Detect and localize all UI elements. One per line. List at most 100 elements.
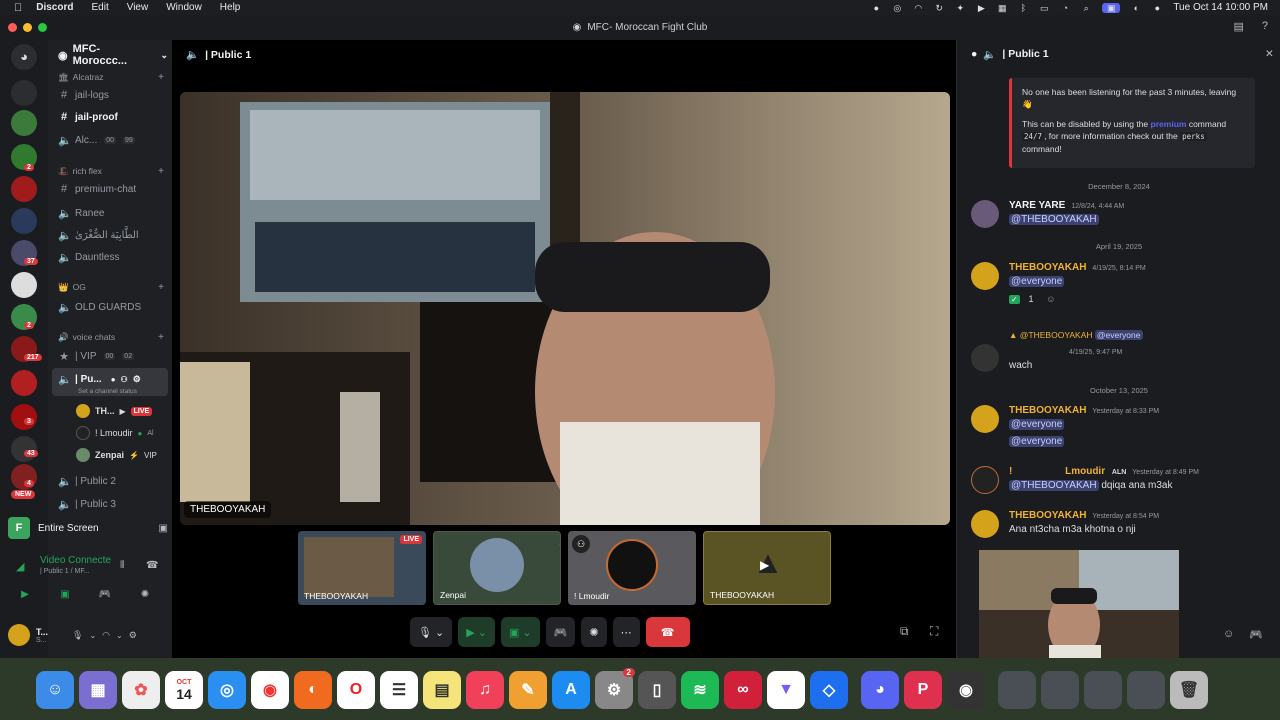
- discord-home-icon[interactable]: ◕: [11, 44, 37, 70]
- apple-icon[interactable]: : [14, 2, 22, 14]
- recent-window-thumbnail[interactable]: [1084, 671, 1122, 709]
- channel-public-2[interactable]: 🔈 | Public 2: [58, 472, 170, 490]
- headphones-icon[interactable]: ◠: [102, 630, 110, 641]
- record-icon[interactable]: ●: [871, 3, 881, 13]
- recent-window-thumbnail[interactable]: [998, 671, 1036, 709]
- menu-window[interactable]: Window: [166, 2, 202, 13]
- recent-window-thumbnail[interactable]: [1127, 671, 1165, 709]
- command-link[interactable]: premium: [1151, 119, 1187, 129]
- music-icon[interactable]: ♫: [466, 671, 504, 709]
- activity-button[interactable]: 🎮: [545, 617, 576, 647]
- server-icon[interactable]: [11, 464, 37, 490]
- server-icon[interactable]: [11, 370, 37, 396]
- category-og[interactable]: 👑 OG +: [58, 282, 168, 293]
- invite-icon[interactable]: ⚇: [121, 375, 128, 384]
- firefox-icon[interactable]: ◐: [294, 671, 332, 709]
- add-channel-icon[interactable]: +: [158, 166, 164, 177]
- chevron-down-icon[interactable]: ⌄: [89, 631, 96, 640]
- siri-icon[interactable]: ●: [1152, 3, 1162, 13]
- screen-share-panel[interactable]: F Entire Screen ▣: [8, 514, 168, 542]
- add-channel-icon[interactable]: +: [158, 332, 164, 343]
- everyone-mention[interactable]: @everyone: [1009, 419, 1065, 430]
- extension-icon[interactable]: ✦: [955, 3, 965, 13]
- notes-icon[interactable]: ▤: [423, 671, 461, 709]
- headphones-icon[interactable]: ◠: [913, 3, 923, 13]
- reply-preview[interactable]: ▲ @THEBOOYAKAH @everyone: [1009, 330, 1143, 340]
- fullscreen-icon[interactable]: ⛶: [930, 624, 938, 639]
- screen-share-button[interactable]: ▣: [50, 586, 80, 604]
- pages-icon[interactable]: ✎: [509, 671, 547, 709]
- soundboard-button[interactable]: ✺: [581, 617, 607, 647]
- channel-public-1[interactable]: 🔈 | Pu... ● ⚇ ⚙: [58, 370, 170, 388]
- roblox-icon[interactable]: ◇: [810, 671, 848, 709]
- play-icon[interactable]: ▶: [976, 3, 986, 13]
- activity-button[interactable]: 🎮: [90, 586, 120, 604]
- everyone-mention[interactable]: @everyone: [1009, 276, 1065, 287]
- launchpad-icon[interactable]: ▦: [79, 671, 117, 709]
- menu-app-name[interactable]: Discord: [36, 2, 73, 13]
- signal-icon[interactable]: ◢: [16, 560, 24, 573]
- sync-icon[interactable]: ↻: [934, 3, 944, 13]
- gear-icon[interactable]: ⚙: [129, 630, 137, 641]
- obs-icon[interactable]: ◉: [947, 671, 985, 709]
- voice-member-zenpai[interactable]: Zenpai ⚡ VIP: [76, 448, 157, 462]
- participant-tile-zenpai[interactable]: Zenpai ⌄: [433, 531, 561, 605]
- category-rich-flex[interactable]: 🎩 rich flex +: [58, 166, 168, 177]
- microphone-button[interactable]: 🎙 ⌄: [410, 617, 453, 647]
- bluetooth-icon[interactable]: ᛒ: [1018, 3, 1028, 13]
- camera-button[interactable]: ▶: [10, 586, 40, 604]
- trash-icon[interactable]: 🗑: [1170, 671, 1208, 709]
- soundboard-button[interactable]: ✺: [130, 586, 160, 604]
- camera-button[interactable]: ▶ ⌄: [458, 617, 495, 647]
- emoji-icon[interactable]: ☺: [1223, 628, 1234, 640]
- server-icon[interactable]: [11, 272, 37, 298]
- voice-location[interactable]: | Public 1 / MF...: [40, 568, 90, 575]
- calendar-icon[interactable]: OCT 14: [165, 671, 203, 709]
- server-icon[interactable]: [11, 110, 37, 136]
- finder-icon[interactable]: ☺: [36, 671, 74, 709]
- server-header[interactable]: ◉ MFC- Moroccc... ⌄: [58, 43, 168, 67]
- microphone-icon[interactable]: 🎙: [72, 630, 83, 641]
- category-alcatraz[interactable]: 🏛 Alcatraz +: [58, 72, 168, 83]
- chrome-icon[interactable]: ◉: [251, 671, 289, 709]
- add-participant-icon[interactable]: ⚇: [572, 535, 590, 553]
- spotify-icon[interactable]: ≋: [681, 671, 719, 709]
- channel-jail-logs[interactable]: # jail-logs: [58, 86, 170, 104]
- everyone-mention[interactable]: @everyone: [1009, 436, 1065, 447]
- channel-premium-chat[interactable]: # premium-chat: [58, 180, 170, 198]
- add-channel-icon[interactable]: +: [158, 282, 164, 293]
- channel-ranee[interactable]: 🔈 Ranee: [58, 204, 170, 222]
- channel-alc[interactable]: 🔈 Alc... 00 99: [58, 131, 170, 149]
- main-video-feed[interactable]: [180, 92, 950, 525]
- reminders-icon[interactable]: ☰: [380, 671, 418, 709]
- server-icon[interactable]: [11, 208, 37, 234]
- channel-dauntless[interactable]: 🔈 Dauntless: [58, 248, 170, 266]
- menu-view[interactable]: View: [127, 2, 149, 13]
- channel-status-hint[interactable]: Set a channel status: [78, 388, 137, 395]
- discord-menubar-icon[interactable]: ▣: [1102, 2, 1121, 13]
- zoom-window-button[interactable]: [38, 23, 47, 32]
- creative-cloud-icon[interactable]: ∞: [724, 671, 762, 709]
- system-settings-icon[interactable]: ⚙ 2: [595, 668, 635, 709]
- server-icon[interactable]: [11, 80, 37, 106]
- inbox-icon[interactable]: ▤: [1233, 20, 1243, 33]
- noise-suppression-icon[interactable]: ⦀: [120, 560, 124, 571]
- server-icon[interactable]: [11, 436, 37, 462]
- user-avatar[interactable]: [8, 624, 30, 646]
- photos-icon[interactable]: ✿: [122, 671, 160, 709]
- chevron-down-icon[interactable]: ⌄: [116, 631, 123, 640]
- more-options-button[interactable]: ⋯: [612, 617, 640, 647]
- add-reaction-icon[interactable]: ☺: [1046, 294, 1055, 304]
- patreon-icon[interactable]: P: [904, 671, 942, 709]
- voice-member-lmoudir[interactable]: ! Lmoudir ● Al: [76, 426, 154, 440]
- keyboard-icon[interactable]: ▦: [997, 3, 1007, 13]
- safari-icon[interactable]: ◎: [208, 671, 246, 709]
- battery-icon[interactable]: ▭: [1039, 3, 1049, 13]
- iphone-mirroring-icon[interactable]: ▯: [638, 671, 676, 709]
- menubar-clock[interactable]: Tue Oct 14 10:00 PM: [1173, 2, 1268, 13]
- category-voice-chats[interactable]: 🔊 voice chats +: [58, 332, 168, 343]
- help-icon[interactable]: ?: [1262, 20, 1268, 33]
- proton-vpn-icon[interactable]: ▼: [767, 671, 805, 709]
- close-window-button[interactable]: [8, 23, 17, 32]
- add-channel-icon[interactable]: +: [158, 72, 164, 83]
